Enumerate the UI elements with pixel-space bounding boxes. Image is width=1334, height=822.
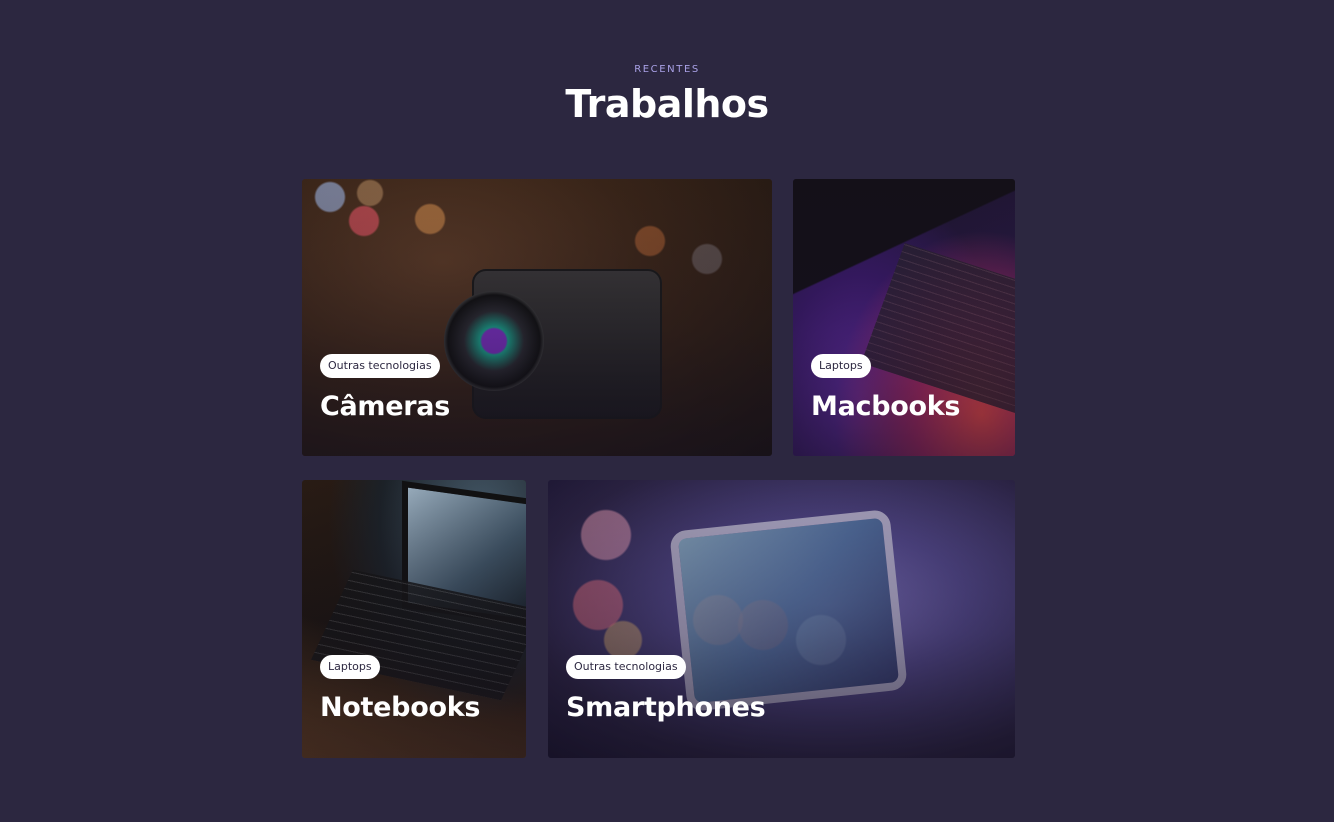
- work-title: Smartphones: [566, 692, 766, 723]
- section-title: Trabalhos: [565, 82, 769, 126]
- work-card-smartphones[interactable]: Outras tecnologias Smartphones: [548, 480, 1015, 758]
- work-card-notebooks[interactable]: Laptops Notebooks: [302, 480, 526, 758]
- category-tag[interactable]: Laptops: [320, 655, 380, 679]
- work-title: Macbooks: [811, 391, 961, 422]
- category-tag[interactable]: Laptops: [811, 354, 871, 378]
- category-tag[interactable]: Outras tecnologias: [566, 655, 686, 679]
- work-card-macbooks[interactable]: Laptops Macbooks: [793, 179, 1015, 456]
- work-card-cameras[interactable]: Outras tecnologias Câmeras: [302, 179, 772, 456]
- work-title: Câmeras: [320, 391, 450, 422]
- work-title: Notebooks: [320, 692, 481, 723]
- recent-works-section: RECENTES Trabalhos Outras tecnologias Câ…: [0, 0, 1334, 822]
- category-tag[interactable]: Outras tecnologias: [320, 354, 440, 378]
- section-eyebrow: RECENTES: [634, 64, 700, 75]
